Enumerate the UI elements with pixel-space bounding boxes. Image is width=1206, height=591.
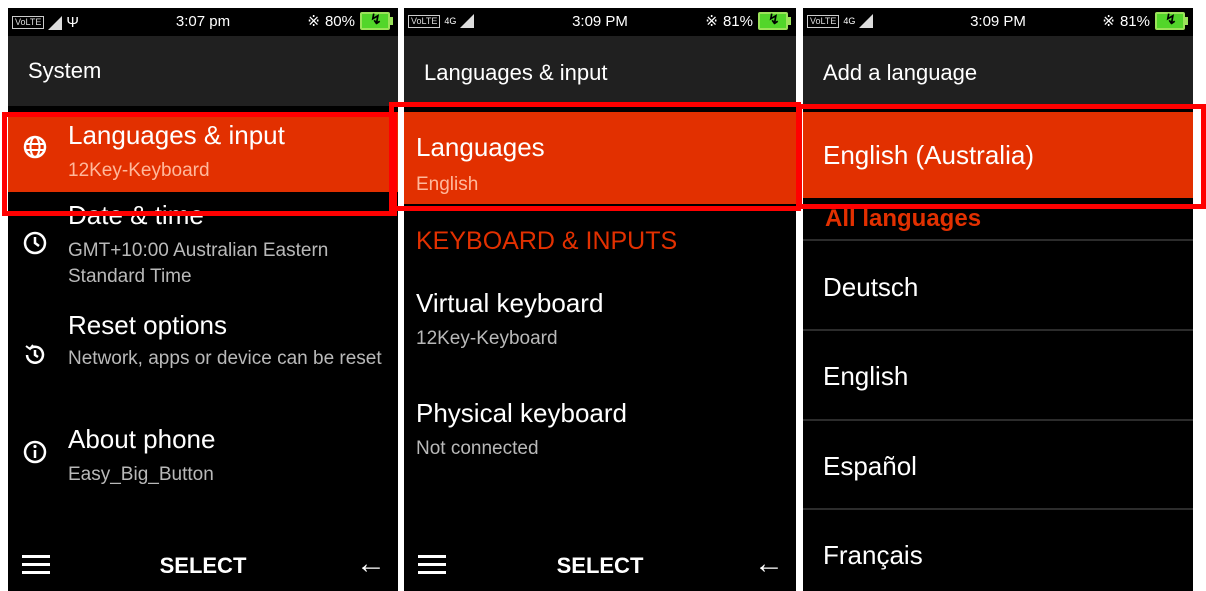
battery-percent: 81%: [722, 12, 753, 30]
menu-item-title: Virtual keyboard: [416, 288, 604, 318]
system-settings-screen: VoLTE Ψ 3:07 pm ※ 80% ↯ System Languages…: [8, 8, 398, 591]
page-title: Languages & input: [424, 60, 608, 85]
menu-item-subtitle: GMT+10:00 Australian Eastern Standard Ti…: [68, 240, 329, 287]
battery-icon: ↯: [360, 11, 393, 30]
battery-percent: 81%: [1119, 12, 1150, 30]
back-arrow-icon[interactable]: ←: [754, 547, 784, 581]
softkey-bar: SELECT ←: [8, 541, 398, 591]
add-language-screen: VoLTE 4G 3:09 PM ※ 81% ↯ Add a language …: [803, 8, 1193, 591]
battery-percent: 80%: [324, 12, 355, 30]
history-icon: [22, 342, 48, 368]
menu-item-reset-options[interactable]: Reset options Network, apps or device ca…: [8, 304, 398, 412]
clock-icon: [22, 230, 48, 256]
menu-item-virtual-keyboard[interactable]: Virtual keyboard 12Key-Keyboard: [404, 280, 796, 370]
category-header: KEYBOARD & INPUTS: [416, 227, 678, 255]
select-softkey[interactable]: SELECT: [8, 553, 398, 579]
title-bar: Add a language: [803, 36, 1193, 106]
info-icon: [22, 439, 48, 465]
back-arrow-icon[interactable]: ←: [356, 547, 386, 581]
menu-item-title: About phone: [68, 424, 216, 454]
status-bar: VoLTE 4G 3:09 PM ※ 81% ↯: [404, 8, 796, 36]
divider: [803, 239, 1193, 241]
menu-item-about-phone[interactable]: About phone Easy_Big_Button: [8, 414, 398, 494]
bluetooth-icon: ※: [705, 13, 718, 30]
highlight-box: [389, 102, 801, 211]
menu-item-subtitle: Easy_Big_Button: [68, 464, 214, 485]
select-softkey[interactable]: SELECT: [404, 553, 796, 579]
divider: [803, 419, 1193, 421]
divider: [803, 329, 1193, 331]
status-bar: VoLTE Ψ 3:07 pm ※ 80% ↯: [8, 8, 398, 36]
title-bar: System: [8, 36, 398, 106]
menu-item-subtitle: 12Key-Keyboard: [416, 328, 558, 349]
battery-icon: ↯: [758, 11, 791, 30]
category-header: All languages: [825, 205, 982, 232]
language-item-espanol[interactable]: Español: [823, 451, 917, 482]
menu-item-title: Reset options: [68, 310, 227, 340]
menu-item-subtitle: Not connected: [416, 438, 539, 459]
language-item-deutsch[interactable]: Deutsch: [823, 272, 918, 303]
page-title: System: [28, 58, 102, 83]
menu-item-title: Physical keyboard: [416, 398, 627, 428]
divider: [803, 508, 1193, 510]
battery-icon: ↯: [1155, 11, 1188, 30]
highlight-box: [2, 112, 397, 216]
language-item-english[interactable]: English: [823, 361, 908, 392]
softkey-bar: SELECT ←: [404, 541, 796, 591]
status-bar: VoLTE 4G 3:09 PM ※ 81% ↯: [803, 8, 1193, 36]
bluetooth-icon: ※: [307, 13, 320, 30]
bluetooth-icon: ※: [1102, 13, 1115, 30]
menu-item-subtitle: Network, apps or device can be reset: [68, 348, 382, 369]
highlight-box: [797, 104, 1206, 209]
page-title: Add a language: [823, 60, 978, 85]
title-bar: Languages & input: [404, 36, 796, 106]
language-item-francais[interactable]: Français: [823, 540, 923, 571]
menu-item-physical-keyboard[interactable]: Physical keyboard Not connected: [404, 390, 796, 480]
languages-input-screen: VoLTE 4G 3:09 PM ※ 81% ↯ Languages & inp…: [404, 8, 796, 591]
